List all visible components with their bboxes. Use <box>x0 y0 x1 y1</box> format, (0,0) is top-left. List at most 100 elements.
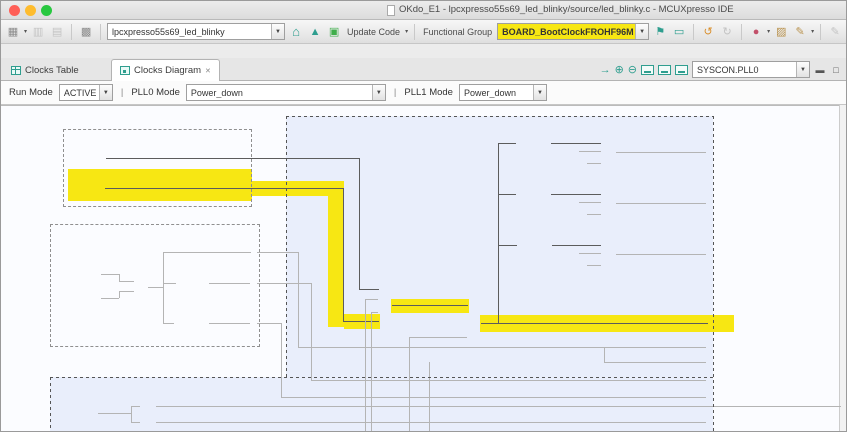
wire <box>616 254 706 255</box>
registers-button[interactable]: ● <box>748 24 764 40</box>
separator <box>414 24 415 40</box>
pll0-mode-select[interactable]: Power_down ▼ <box>186 84 386 101</box>
wire <box>281 323 282 397</box>
home-button[interactable]: ⌂ <box>288 24 304 40</box>
redo-button[interactable]: ↻ <box>719 24 735 40</box>
wire <box>311 283 312 380</box>
functional-group-dropdown[interactable]: ▼ <box>635 24 648 39</box>
main-toolbar: ▦ ▾ ▥ ▤ ▩ lpcxpresso55s69_led_blinky ▼ ⌂… <box>1 20 847 44</box>
wire <box>392 305 468 306</box>
project-combo-dropdown[interactable]: ▼ <box>271 24 284 39</box>
update-code-dropdown[interactable]: ▾ <box>405 28 408 35</box>
wire <box>409 337 467 338</box>
run-mode-dropdown[interactable]: ▼ <box>99 85 112 100</box>
syscon-boundary <box>286 116 287 377</box>
zoom-in-button[interactable]: ⊕ <box>615 63 624 76</box>
edit-button[interactable]: ✎ <box>792 24 808 40</box>
syscon-boundary <box>50 377 51 432</box>
console-button[interactable]: ▩ <box>78 24 94 40</box>
separator: | <box>392 87 398 98</box>
fit-width-button[interactable] <box>658 65 671 75</box>
pll0-mode-label: PLL0 Mode <box>131 87 180 98</box>
close-window-button[interactable] <box>9 5 20 16</box>
go-to-icon[interactable]: → <box>600 64 611 76</box>
monitor-button[interactable]: ▭ <box>671 24 687 40</box>
wire <box>498 194 516 195</box>
window-title: OKdo_E1 - lpcxpresso55s69_led_blinky/sou… <box>399 4 734 15</box>
separator <box>741 24 742 40</box>
minimize-view-button[interactable]: ▬ <box>814 65 826 75</box>
registers-dropdown[interactable]: ▾ <box>767 28 770 35</box>
wire <box>365 299 366 432</box>
wire <box>298 347 706 348</box>
toolbar-spacer <box>1 44 847 58</box>
pll1-mode-dropdown[interactable]: ▼ <box>533 85 546 100</box>
wire <box>131 406 132 422</box>
maximize-view-button[interactable]: □ <box>830 65 842 75</box>
peripheral-combo-dropdown[interactable]: ▼ <box>796 62 809 77</box>
wire <box>343 321 379 322</box>
run-mode-select[interactable]: ACTIVE ▼ <box>59 84 113 101</box>
wire <box>551 194 601 195</box>
tab-clocks-diagram[interactable]: Clocks Diagram ✕ <box>111 59 220 81</box>
separator: | <box>119 87 125 98</box>
update-code-button[interactable]: Update Code <box>345 27 402 37</box>
peripheral-combo[interactable]: SYSCON.PLL0 ▼ <box>692 61 810 78</box>
wire <box>98 413 131 414</box>
wire <box>156 422 706 423</box>
clocks-diagram-canvas <box>1 105 841 432</box>
wire <box>551 143 601 144</box>
save-all-button[interactable]: ▤ <box>49 24 65 40</box>
rtc-box <box>50 224 260 347</box>
wire <box>498 143 516 144</box>
document-icon <box>387 5 395 16</box>
syscon-boundary <box>713 116 714 432</box>
wire <box>257 283 311 284</box>
active-path-highlight <box>328 181 344 327</box>
wire <box>371 312 378 313</box>
mcuxpresso-window: OKdo_E1 - lpcxpresso55s69_led_blinky/sou… <box>0 0 847 432</box>
wire <box>359 158 360 290</box>
palette-button[interactable]: ▨ <box>773 24 789 40</box>
wire <box>579 151 601 152</box>
wire <box>498 245 517 246</box>
edit-disabled-button: ✎ <box>827 24 843 40</box>
wire <box>257 323 281 324</box>
warning-flag-button[interactable]: ▲ <box>307 24 323 40</box>
wire <box>156 406 841 407</box>
wire <box>587 214 601 215</box>
undo-button[interactable]: ↺ <box>700 24 716 40</box>
new-wizard-dropdown[interactable]: ▾ <box>24 28 27 35</box>
project-combo[interactable]: lpcxpresso55s69_led_blinky ▼ <box>107 23 285 40</box>
zoom-out-button[interactable]: ⊖ <box>628 63 637 76</box>
tab-clocks-table[interactable]: Clocks Table <box>3 59 87 81</box>
separator <box>71 24 72 40</box>
title-bar: OKdo_E1 - lpcxpresso55s69_led_blinky/sou… <box>1 1 847 20</box>
tab-close-icon[interactable]: ✕ <box>205 67 211 75</box>
new-wizard-button[interactable]: ▦ <box>5 24 21 40</box>
region-fill <box>50 377 286 432</box>
update-code-icon: ▣ <box>326 24 342 40</box>
wire <box>579 253 601 254</box>
wire <box>359 289 379 290</box>
flag-button[interactable]: ⚑ <box>652 24 668 40</box>
vertical-scrollbar[interactable] <box>839 105 846 432</box>
pll1-mode-select[interactable]: Power_down ▼ <box>459 84 547 101</box>
wire <box>587 163 601 164</box>
edit-dropdown[interactable]: ▾ <box>811 28 814 35</box>
wire <box>257 252 298 253</box>
save-button[interactable]: ▥ <box>30 24 46 40</box>
minimize-window-button[interactable] <box>25 5 36 16</box>
run-mode-label: Run Mode <box>9 87 53 98</box>
wire <box>481 323 708 324</box>
pll1-mode-label: PLL1 Mode <box>404 87 453 98</box>
fit-screen-button[interactable] <box>641 65 654 75</box>
pll0-mode-dropdown[interactable]: ▼ <box>372 85 385 100</box>
zoom-window-button[interactable] <box>41 5 52 16</box>
separator <box>820 24 821 40</box>
wire <box>365 299 378 300</box>
functional-group-combo[interactable]: BOARD_BootClockFROHF96M ▼ <box>497 23 649 40</box>
region-fill <box>286 116 713 432</box>
details-view-button[interactable] <box>675 65 688 75</box>
anactrl-box <box>63 129 252 207</box>
